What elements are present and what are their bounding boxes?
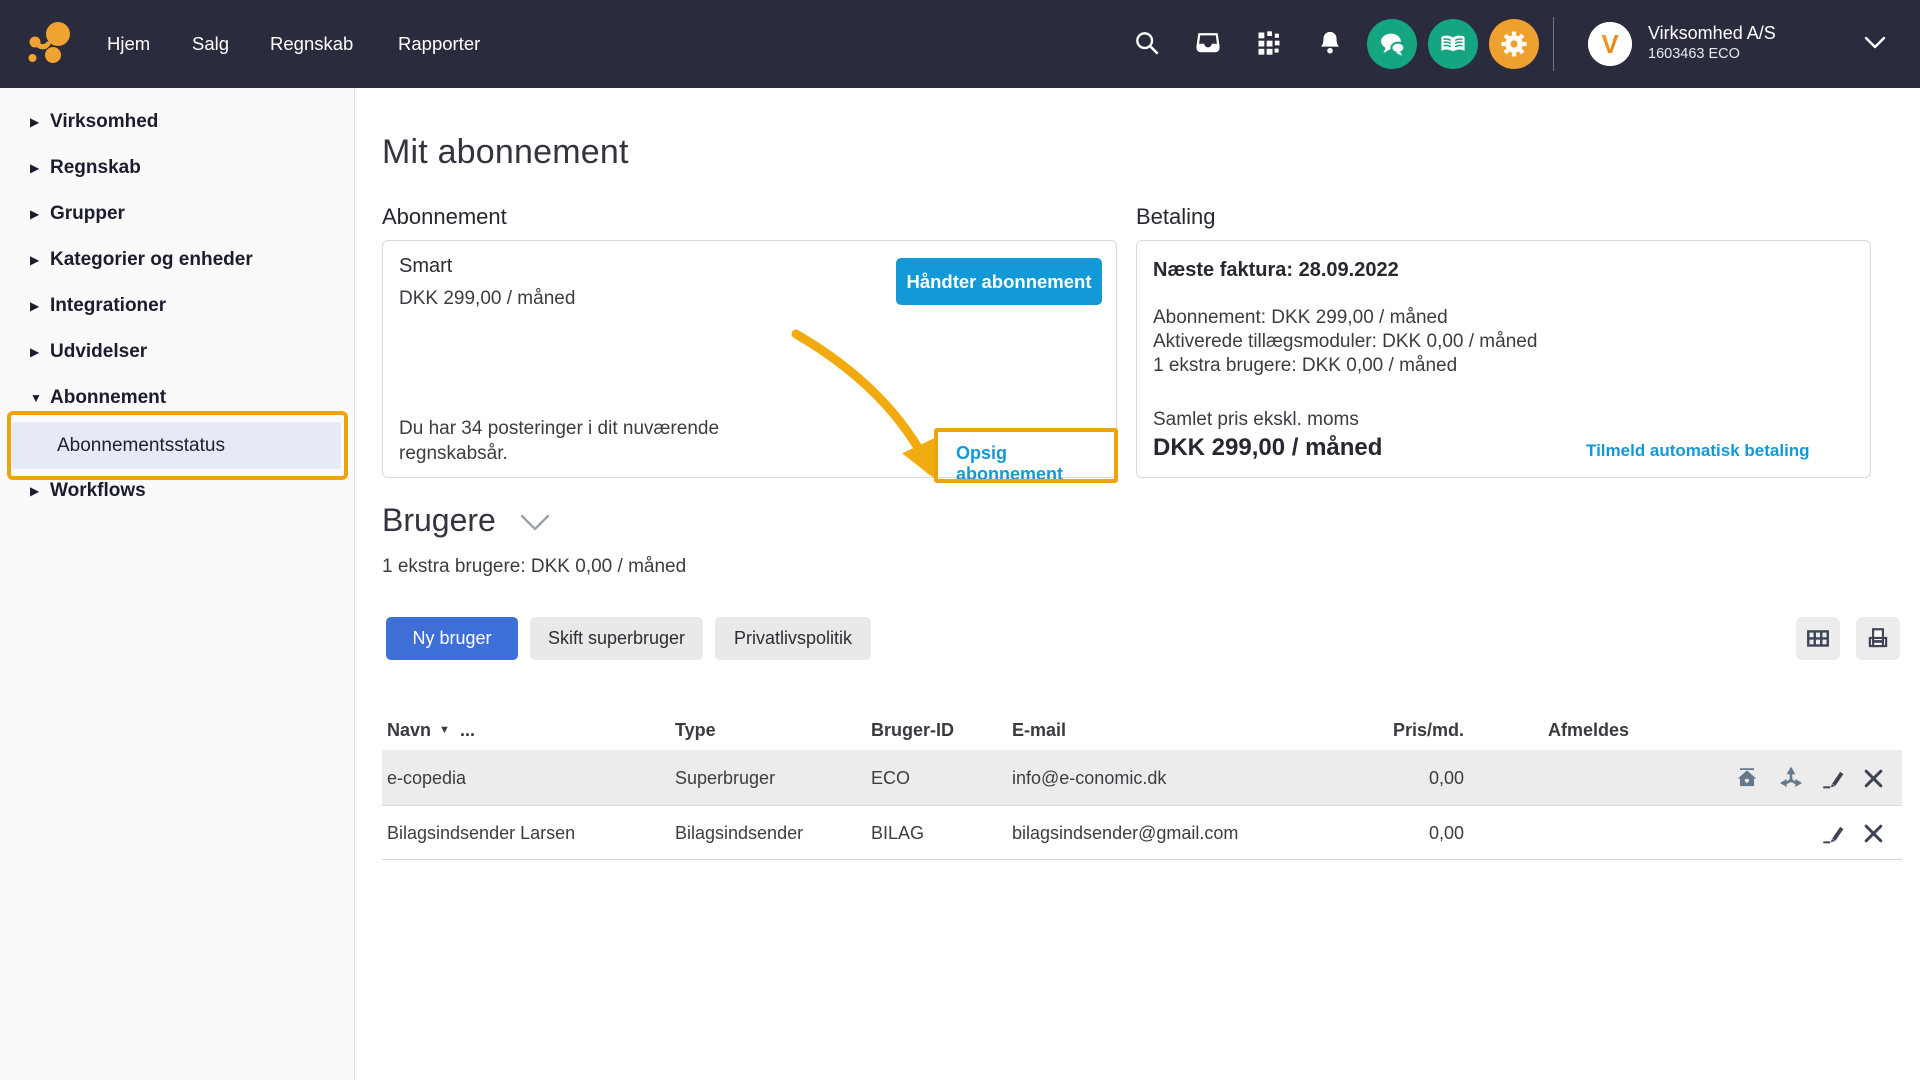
company-avatar[interactable]: V bbox=[1588, 22, 1632, 66]
account-number: 1603463 ECO bbox=[1648, 46, 1740, 62]
manage-subscription-button[interactable]: Håndter abonnement bbox=[896, 258, 1102, 305]
cell-user-id: BILAG bbox=[871, 823, 925, 843]
account-chevron-down-icon[interactable] bbox=[1864, 36, 1886, 55]
postings-note-line2: regnskabsår. bbox=[399, 443, 508, 464]
collapsed-triangle-icon: ▶ bbox=[30, 253, 40, 267]
branch-arrows-icon[interactable] bbox=[1778, 765, 1804, 794]
column-header-price[interactable]: Pris/md. bbox=[1364, 710, 1464, 750]
payment-card: Næste faktura: 28.09.2022 Abonnement: DK… bbox=[1136, 240, 1871, 478]
search-icon[interactable] bbox=[1132, 29, 1162, 59]
e-conomic-logo[interactable] bbox=[26, 22, 70, 69]
cell-name: Bilagsindsender Larsen bbox=[387, 823, 576, 843]
nav-item-regnskab[interactable]: Regnskab bbox=[270, 0, 353, 88]
sidebar-item-grupper[interactable]: ▶ Grupper bbox=[0, 191, 355, 237]
collapsed-triangle-icon: ▶ bbox=[30, 207, 40, 221]
company-name: Virksomhed A/S bbox=[1648, 23, 1776, 43]
cell-email: bilagsindsender@gmail.com bbox=[1012, 823, 1239, 843]
navbar-divider bbox=[1553, 17, 1554, 71]
postings-note-line1: Du har 34 posteringer i dit nuværende bbox=[399, 418, 720, 439]
autopay-signup-link[interactable]: Tilmeld automatisk betaling bbox=[1586, 441, 1810, 461]
delete-x-icon[interactable] bbox=[1862, 822, 1885, 848]
svg-text:V: V bbox=[1601, 29, 1619, 59]
cell-price: 0,00 bbox=[1428, 768, 1464, 788]
nav-item-rapporter[interactable]: Rapporter bbox=[398, 0, 480, 88]
collapsed-triangle-icon: ▶ bbox=[30, 115, 40, 129]
table-row: e-copedia Superbruger ECO info@e-conomic… bbox=[382, 750, 1902, 806]
plan-price: DKK 299,00 / måned bbox=[399, 288, 576, 309]
sidebar-item-kategorier-og-enheder[interactable]: ▶ Kategorier og enheder bbox=[0, 237, 355, 283]
cell-user-id: ECO bbox=[871, 768, 911, 788]
extra-users-subtitle: 1 ekstra brugere: DKK 0,00 / måned bbox=[382, 556, 687, 577]
column-header-user-id[interactable]: Bruger-ID bbox=[871, 710, 954, 750]
sidebar-item-udvidelser[interactable]: ▶ Udvidelser bbox=[0, 329, 355, 375]
payment-line-addons: Aktiverede tillægsmoduler: DKK 0,00 / må… bbox=[1153, 331, 1538, 352]
column-header-email[interactable]: E-mail bbox=[1012, 710, 1066, 750]
sidebar-item-workflows[interactable]: ▶ Workflows bbox=[0, 468, 355, 514]
sort-descending-icon[interactable]: ▼ bbox=[439, 710, 450, 750]
nav-item-hjem[interactable]: Hjem bbox=[107, 0, 150, 88]
cancel-subscription-link[interactable]: Opsig abonnement bbox=[956, 443, 1116, 485]
sidebar: ▶ Virksomhed ▶ Regnskab ▶ Grupper ▶ Kategori… bbox=[0, 88, 355, 1080]
sidebar-item-regnskab[interactable]: ▶ Regnskab bbox=[0, 145, 355, 191]
column-options-ellipsis[interactable]: ... bbox=[460, 710, 475, 750]
apps-grid-icon[interactable] bbox=[1254, 29, 1284, 59]
print-icon[interactable] bbox=[1856, 617, 1900, 660]
plan-name: Smart bbox=[399, 255, 453, 277]
column-header-unsubscribe[interactable]: Afmeldes bbox=[1548, 710, 1629, 750]
top-navbar: Hjem Salg Regnskab Rapporter V Virksomhe… bbox=[0, 0, 1920, 88]
payment-line-extra-users: 1 ekstra brugere: DKK 0,00 / måned bbox=[1153, 355, 1458, 376]
expanded-triangle-icon: ▼ bbox=[30, 391, 42, 405]
cell-price: 0,00 bbox=[1428, 823, 1464, 843]
collapsed-triangle-icon: ▶ bbox=[30, 299, 40, 313]
settings-gear-icon[interactable] bbox=[1489, 19, 1539, 69]
subscription-section-title: Abonnement bbox=[382, 204, 507, 229]
page-title: Mit abonnement bbox=[382, 133, 629, 171]
total-price-value: DKK 299,00 / måned bbox=[1153, 434, 1383, 461]
users-chevron-down-icon[interactable] bbox=[519, 513, 551, 538]
new-user-button[interactable]: Ny bruger bbox=[386, 617, 518, 660]
app-root: Hjem Salg Regnskab Rapporter V Virksomhe… bbox=[0, 0, 1920, 1080]
collapsed-triangle-icon: ▶ bbox=[30, 161, 40, 175]
knowledge-book-icon[interactable] bbox=[1428, 19, 1478, 69]
next-invoice: Næste faktura: 28.09.2022 bbox=[1153, 259, 1399, 281]
delete-x-icon[interactable] bbox=[1862, 767, 1885, 793]
nav-item-salg[interactable]: Salg bbox=[192, 0, 229, 88]
column-header-name[interactable]: Navn bbox=[387, 710, 431, 750]
sidebar-item-abonnementsstatus[interactable]: Abonnementsstatus bbox=[12, 422, 341, 469]
users-section-title: Brugere bbox=[382, 502, 496, 538]
column-header-type[interactable]: Type bbox=[675, 710, 716, 750]
change-superuser-button[interactable]: Skift superbruger bbox=[530, 617, 703, 660]
table-view-icon[interactable] bbox=[1796, 617, 1840, 660]
cell-name: e-copedia bbox=[387, 768, 467, 788]
payment-line-subscription: Abonnement: DKK 299,00 / måned bbox=[1153, 307, 1448, 328]
table-row: Bilagsindsender Larsen Bilagsindsender B… bbox=[382, 806, 1902, 860]
edit-pencil-icon[interactable] bbox=[1820, 821, 1846, 850]
inbox-icon[interactable] bbox=[1193, 29, 1223, 59]
cell-type: Bilagsindsender bbox=[675, 823, 804, 843]
sidebar-item-integrationer[interactable]: ▶ Integrationer bbox=[0, 283, 355, 329]
total-price-label: Samlet pris ekskl. moms bbox=[1153, 409, 1359, 430]
sidebar-item-virksomhed[interactable]: ▶ Virksomhed bbox=[0, 99, 355, 145]
users-table-header: Navn ▼ ... Type Bruger-ID E-mail Pris/md… bbox=[382, 710, 1902, 750]
collapsed-triangle-icon: ▶ bbox=[30, 484, 40, 498]
collapsed-triangle-icon: ▶ bbox=[30, 345, 40, 359]
edit-pencil-icon[interactable] bbox=[1820, 766, 1846, 795]
privacy-policy-button[interactable]: Privatlivspolitik bbox=[715, 617, 871, 660]
cell-type: Superbruger bbox=[675, 768, 776, 788]
subscription-card: Smart DKK 299,00 / måned Håndter abonnem… bbox=[382, 240, 1117, 484]
home-icon[interactable] bbox=[1734, 765, 1760, 794]
payment-section-title: Betaling bbox=[1136, 204, 1216, 229]
sidebar-item-abonnement[interactable]: ▼ Abonnement bbox=[0, 375, 355, 421]
support-chat-icon[interactable] bbox=[1367, 19, 1417, 69]
cell-email: info@e-conomic.dk bbox=[1012, 768, 1167, 788]
notifications-bell-icon[interactable] bbox=[1315, 29, 1345, 59]
